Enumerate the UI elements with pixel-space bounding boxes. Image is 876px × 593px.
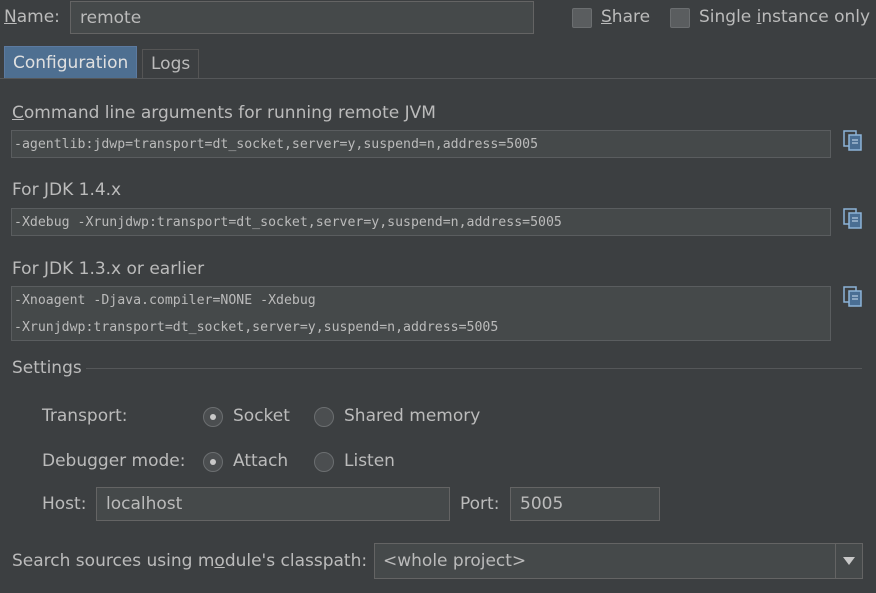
tab-logs[interactable]: Logs (142, 49, 200, 78)
jdk13-value-line1: -Xnoagent -Djava.compiler=NONE -Xdebug (14, 293, 316, 308)
port-input[interactable]: 5005 (510, 487, 660, 521)
classpath-dropdown[interactable]: <whole project> (374, 543, 863, 579)
share-checkbox[interactable] (572, 8, 592, 28)
mode-listen-label[interactable]: Listen (344, 451, 395, 471)
single-instance-label[interactable]: Single instance only (699, 7, 870, 27)
transport-label: Transport: (42, 406, 128, 426)
transport-shared-memory-radio[interactable] (314, 407, 334, 427)
host-input-value: localhost (106, 494, 183, 514)
mode-attach-label[interactable]: Attach (233, 451, 288, 471)
settings-separator (86, 368, 862, 369)
port-label: Port: (460, 494, 500, 514)
transport-socket-label[interactable]: Socket (233, 406, 290, 426)
host-label: Host: (42, 494, 87, 514)
jdk13-label: For JDK 1.3.x or earlier (12, 259, 205, 279)
jdk14-field[interactable]: -Xdebug -Xrunjdwp:transport=dt_socket,se… (11, 208, 831, 236)
tab-divider (0, 78, 876, 79)
classpath-label: Search sources using module's classpath: (12, 551, 368, 571)
copy-icon[interactable] (842, 130, 864, 152)
jdk13-value-line2: -Xrunjdwp:transport=dt_socket,server=y,s… (14, 320, 499, 335)
copy-icon[interactable] (842, 208, 864, 230)
settings-title: Settings (12, 358, 82, 378)
debugger-mode-label: Debugger mode: (42, 451, 186, 471)
jdk14-value: -Xdebug -Xrunjdwp:transport=dt_socket,se… (14, 215, 562, 230)
single-instance-checkbox[interactable] (670, 8, 690, 28)
tab-logs-label: Logs (151, 54, 191, 74)
cmd-args-value: -agentlib:jdwp=transport=dt_socket,serve… (14, 137, 539, 152)
share-label[interactable]: Share (601, 7, 650, 27)
transport-socket-radio[interactable] (203, 407, 223, 427)
mode-listen-radio[interactable] (314, 452, 334, 472)
copy-icon[interactable] (842, 286, 864, 308)
tab-configuration[interactable]: Configuration (4, 46, 138, 78)
jdk13-field[interactable]: -Xnoagent -Djava.compiler=NONE -Xdebug -… (11, 286, 831, 341)
mode-attach-radio[interactable] (203, 452, 223, 472)
name-input-value: remote (80, 7, 142, 28)
cmd-args-field[interactable]: -agentlib:jdwp=transport=dt_socket,serve… (11, 130, 831, 158)
tab-configuration-label: Configuration (13, 52, 129, 73)
transport-shared-memory-label[interactable]: Shared memory (344, 406, 480, 426)
port-input-value: 5005 (520, 494, 564, 514)
cmd-args-label: Command line arguments for running remot… (12, 103, 436, 123)
classpath-dropdown-value: <whole project> (383, 551, 527, 571)
name-label: Name: (4, 7, 60, 27)
host-input[interactable]: localhost (96, 487, 450, 521)
name-input[interactable]: remote (70, 1, 534, 34)
jdk14-label: For JDK 1.4.x (12, 180, 122, 200)
chevron-down-icon[interactable] (835, 544, 862, 578)
